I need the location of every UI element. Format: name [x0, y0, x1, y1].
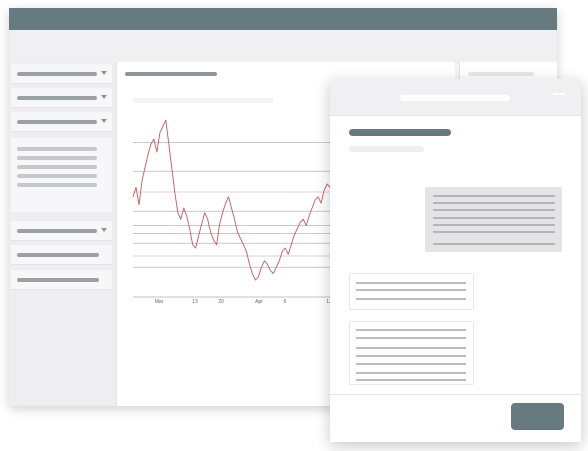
card-line — [356, 298, 466, 300]
card-line — [356, 355, 466, 357]
sidebar — [9, 62, 117, 406]
x-tick-label: 20 — [218, 299, 224, 305]
sidebar-dropdown-label — [17, 72, 97, 76]
sidebar-item-1[interactable] — [11, 245, 112, 265]
dialog-subheading-placeholder — [349, 146, 424, 152]
sidebar-dropdown-label — [17, 96, 97, 100]
x-tick-labels: Mar 13 20 Apr 6 13 — [155, 299, 332, 305]
chart-toolbar-strip — [133, 98, 273, 103]
card-line — [356, 372, 466, 374]
x-tick-label: 13 — [192, 299, 198, 305]
chevron-down-icon — [101, 119, 107, 123]
card-line — [356, 337, 466, 339]
sidebar-list-line — [17, 165, 97, 169]
toolbar — [9, 30, 557, 63]
sidebar-dropdown-4[interactable] — [11, 221, 112, 241]
sidebar-dropdown-label — [17, 120, 97, 124]
sidebar-dropdown-1[interactable] — [11, 64, 112, 84]
minimize-icon[interactable] — [553, 93, 565, 95]
x-tick-label: Apr — [255, 299, 263, 305]
dialog-header — [330, 79, 581, 116]
chevron-down-icon — [101, 228, 107, 232]
sidebar-item-label — [17, 278, 99, 282]
sidebar-list-line — [17, 156, 97, 160]
card-line — [356, 289, 466, 291]
chevron-down-icon — [101, 95, 107, 99]
sidebar-item-2[interactable] — [11, 270, 112, 290]
message-card — [425, 187, 562, 252]
sidebar-list-line — [17, 147, 97, 151]
dialog-title-placeholder — [400, 95, 510, 101]
message-line — [433, 231, 555, 233]
content-card-2 — [349, 321, 474, 385]
primary-action-button[interactable] — [511, 403, 564, 430]
chevron-down-icon — [101, 71, 107, 75]
card-line — [356, 347, 466, 349]
message-line — [433, 243, 555, 245]
sidebar-list-line — [17, 183, 97, 187]
message-line — [433, 209, 555, 211]
sidebar-list — [11, 138, 112, 212]
card-line — [356, 282, 466, 284]
card-line — [356, 329, 466, 331]
dialog — [330, 79, 581, 442]
content-card-1 — [349, 273, 474, 310]
message-line — [433, 217, 555, 219]
x-tick-label: Mar — [155, 299, 164, 305]
sidebar-dropdown-2[interactable] — [11, 88, 112, 108]
sidebar-dropdown-label — [17, 229, 97, 233]
dialog-heading-placeholder — [349, 129, 451, 136]
message-line — [433, 224, 555, 226]
x-tick-label: 6 — [284, 299, 287, 305]
card-line — [356, 363, 466, 365]
sidebar-list-line — [17, 174, 97, 178]
right-panel-title-placeholder — [468, 72, 534, 76]
title-bar — [9, 8, 557, 30]
card-line — [356, 379, 466, 381]
sidebar-item-label — [17, 253, 99, 257]
message-line — [433, 202, 555, 204]
grid-lines — [133, 142, 332, 268]
sidebar-dropdown-3[interactable] — [11, 112, 112, 132]
message-line — [433, 195, 555, 197]
